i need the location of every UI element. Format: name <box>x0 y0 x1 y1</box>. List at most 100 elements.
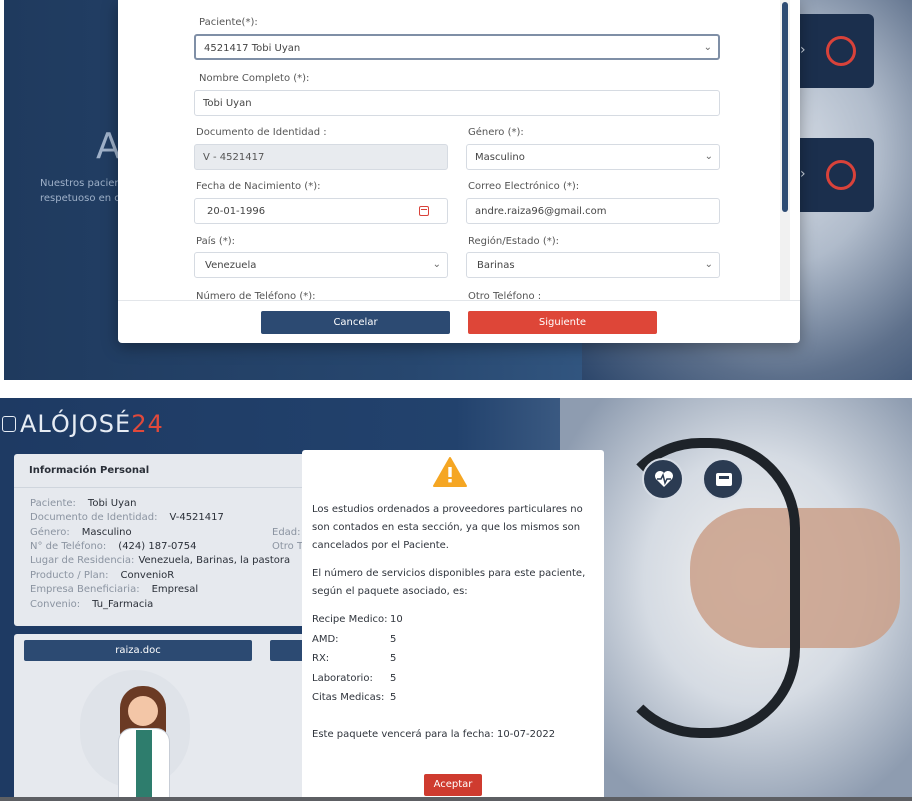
personal-info-title: Información Personal <box>29 465 150 476</box>
services-info-modal: Los estudios ordenados a proveedores par… <box>302 450 604 801</box>
personal-info-card: Información Personal Paciente: Tobi Uyan … <box>14 454 310 626</box>
avatar-face <box>128 696 158 726</box>
service-count: 5 <box>390 634 397 645</box>
heart-rate-button[interactable] <box>642 458 684 500</box>
fecha-input[interactable]: 20-01-1996 <box>194 198 448 224</box>
inbox-icon <box>716 473 732 486</box>
genero-select[interactable]: Masculino ⌄ <box>466 144 720 170</box>
service-count: 5 <box>390 653 397 664</box>
info-row: Documento de Identidad: V-4521417 <box>30 512 224 523</box>
service-row: AMD: 5 <box>312 634 396 645</box>
pais-value: Venezuela <box>205 260 257 271</box>
info-row: Empresa Beneficiaria: Empresal <box>30 584 198 595</box>
info-row: Producto / Plan: ConvenioR <box>30 570 174 581</box>
documento-input: V - 4521417 <box>194 144 448 170</box>
info-key: Paciente: <box>30 498 76 509</box>
warning-icon <box>433 457 467 487</box>
service-count: 10 <box>390 614 403 625</box>
info-value: V-4521417 <box>169 512 224 523</box>
service-count: 5 <box>390 673 397 684</box>
pais-select[interactable]: Venezuela ⌄ <box>194 252 448 278</box>
scrollbar-thumb[interactable] <box>782 2 788 212</box>
package-expiry-text: Este paquete vencerá para la fecha: 10-0… <box>312 729 556 740</box>
paciente-label: Paciente(*): <box>199 17 258 28</box>
info-key: Género: <box>30 527 70 538</box>
service-row: Citas Medicas: 5 <box>312 692 396 703</box>
info-key: Lugar de Residencia: <box>30 555 135 566</box>
hero-text-line: respetuoso en cu <box>40 193 120 204</box>
avatar-scrubs <box>136 730 152 798</box>
paciente-value: 4521417 Tobi Uyan <box>204 43 301 54</box>
pais-label: País (*): <box>196 236 236 247</box>
service-row: Laboratorio: 5 <box>312 673 396 684</box>
heartbeat-icon <box>655 471 673 487</box>
otro-telefono-label: Otro T <box>272 541 304 552</box>
personal-info-header: Información Personal <box>14 454 310 488</box>
document-button[interactable]: raiza.doc <box>24 640 252 661</box>
info-row: Lugar de Residencia: Venezuela, Barinas, … <box>30 555 290 566</box>
region-label: Región/Estado (*): <box>468 236 559 247</box>
logo-accent: 24 <box>131 410 164 438</box>
brand-logo[interactable]: ALÓJOSÉ24 <box>20 410 164 438</box>
info-value: (424) 187-0754 <box>118 541 197 552</box>
service-count: 5 <box>390 692 397 703</box>
paciente-select[interactable]: 4521417 Tobi Uyan ⌄ <box>194 34 720 60</box>
chevron-down-icon: ⌄ <box>703 42 712 53</box>
form-scroll-area[interactable]: Paciente(*): 4521417 Tobi Uyan ⌄ Nombre … <box>118 0 800 300</box>
next-button[interactable]: Siguiente <box>468 311 657 334</box>
screenshot-divider <box>0 380 912 398</box>
arrow-icon: › <box>800 166 806 182</box>
calendar-icon[interactable] <box>419 206 429 216</box>
cancel-button[interactable]: Cancelar <box>261 311 450 334</box>
genero-label: Género (*): <box>468 127 524 138</box>
info-key: Producto / Plan: <box>30 570 109 581</box>
service-name: Laboratorio: <box>312 673 373 684</box>
fecha-value: 20-01-1996 <box>207 206 266 217</box>
fecha-label: Fecha de Nacimiento (*): <box>196 181 321 192</box>
service-name: Citas Medicas: <box>312 692 385 703</box>
otro-telefono-label: Otro Teléfono : <box>468 291 542 300</box>
info-value: Masculino <box>81 527 132 538</box>
patient-form-modal: Paciente(*): 4521417 Tobi Uyan ⌄ Nombre … <box>118 0 800 343</box>
chevron-down-icon: ⌄ <box>704 151 713 162</box>
chevron-down-icon: ⌄ <box>704 259 713 270</box>
correo-input[interactable]: andre.raiza96@gmail.com <box>466 198 720 224</box>
accept-button[interactable]: Aceptar <box>424 774 482 796</box>
info-key: Convenio: <box>30 599 81 610</box>
correo-value: andre.raiza96@gmail.com <box>475 206 607 217</box>
chevron-down-icon: ⌄ <box>432 259 441 270</box>
info-row: Convenio: Tu_Farmacia <box>30 599 153 610</box>
documento-label: Documento de Identidad : <box>196 127 327 138</box>
nombre-value: Tobi Uyan <box>203 98 252 109</box>
info-row: N° de Teléfono: (424) 187-0754 <box>30 541 197 552</box>
bottom-edge <box>0 797 912 801</box>
info-value: Venezuela, Barinas, la pastora <box>138 555 291 566</box>
modal-footer-divider <box>118 300 800 301</box>
edad-label: Edad: <box>272 527 301 538</box>
info-key: N° de Teléfono: <box>30 541 107 552</box>
hero-text-line: Nuestros pacien <box>40 178 120 189</box>
service-row: RX: 5 <box>312 653 396 664</box>
documento-value: V - 4521417 <box>203 152 265 163</box>
info-row: Paciente: Tobi Uyan <box>30 498 136 509</box>
nombre-input[interactable]: Tobi Uyan <box>194 90 720 116</box>
correo-label: Correo Electrónico (*): <box>468 181 580 192</box>
info-value: Empresal <box>151 584 199 595</box>
stethoscope-logo-icon <box>2 416 16 432</box>
power-icon <box>826 36 856 66</box>
bottom-screen: ALÓJOSÉ24 Información Personal Paciente:… <box>0 398 912 801</box>
info-value: Tu_Farmacia <box>92 599 154 610</box>
info-key: Documento de Identidad: <box>30 512 158 523</box>
phone-icon <box>826 160 856 190</box>
top-screen: Al Nuestros pacien respetuoso en cu › › … <box>4 0 912 380</box>
inbox-button[interactable] <box>702 458 744 500</box>
region-select[interactable]: Barinas ⌄ <box>466 252 720 278</box>
service-name: AMD: <box>312 634 339 645</box>
info-value: ConvenioR <box>120 570 175 581</box>
modal-services-intro: El número de servicios disponibles para … <box>312 568 586 597</box>
info-value: Tobi Uyan <box>87 498 137 509</box>
logo-text: ALÓJOSÉ <box>20 410 132 438</box>
info-key: Empresa Beneficiaria: <box>30 584 140 595</box>
service-name: Recipe Medico: <box>312 614 388 625</box>
telefono-label: Número de Teléfono (*): <box>196 291 316 300</box>
